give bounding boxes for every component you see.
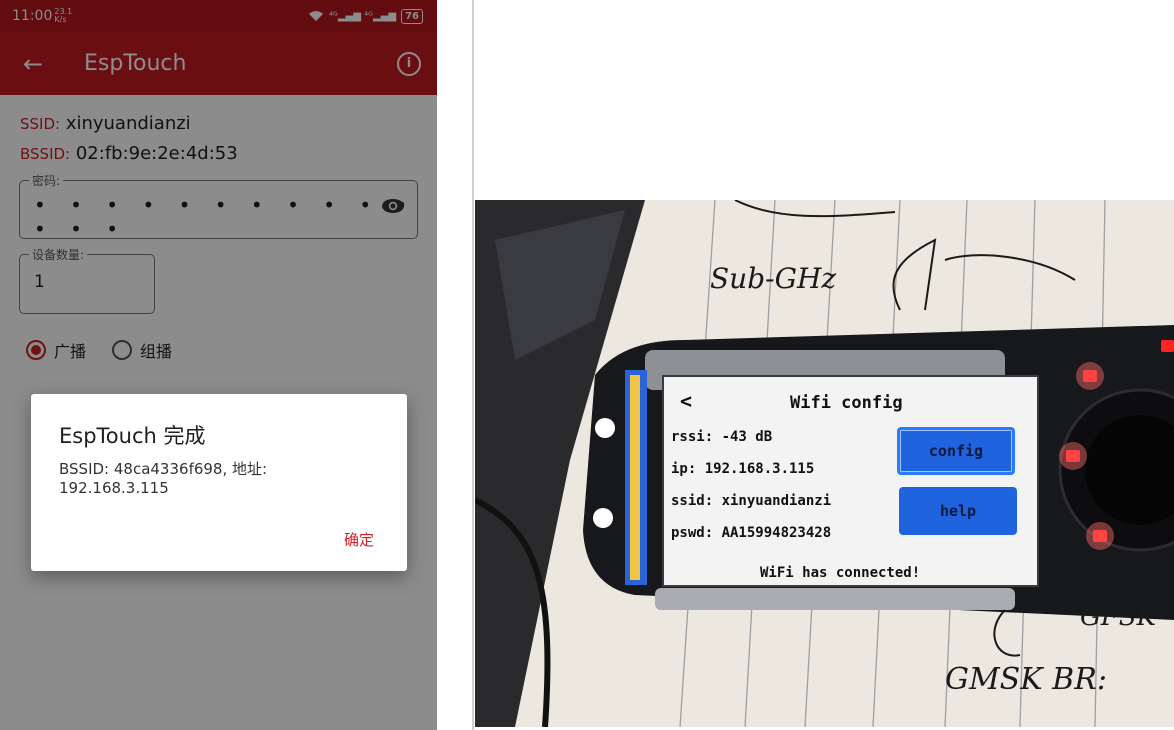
handwriting-gfsk: GFSK [1080,602,1157,632]
lcd-title: Wifi config [790,393,903,413]
lcd-status-message: WiFi has connected! [760,565,921,581]
lcd-config-button[interactable]: config [897,427,1015,475]
dialog-title: EspTouch 完成 [59,424,206,448]
handwriting-subghz: Sub-GHz [710,262,837,295]
result-dialog: EspTouch 完成 BSSID: 48ca4336f698, 地址: 192… [31,394,407,571]
lcd-ssid: ssid: xinyuandianzi [671,493,832,509]
dialog-message: BSSID: 48ca4336f698, 地址: 192.168.3.115 [59,460,268,497]
lcd-pswd: pswd: AA15994823428 [671,525,832,541]
lcd-rssi: rssi: -43 dB [671,429,773,445]
lcd-back-icon[interactable]: < [680,389,692,413]
phone-screenshot: 11:00 23.1 K/s ⁴ᴳ▂▄▆ ⁴ᴳ▂▄▆ 76 ← EspTouch … [0,0,437,730]
dialog-scrim[interactable] [0,0,437,730]
device-photo: Sub-GHz GFSK GMSK BR: < Wifi config rssi… [475,200,1174,727]
divider [472,0,474,730]
lcd-screen: < Wifi config rssi: -43 dB ip: 192.168.3… [662,375,1039,587]
lcd-ip: ip: 192.168.3.115 [671,461,815,477]
handwriting-gmsk: GMSK BR: [945,662,1107,697]
lcd-help-button[interactable]: help [899,487,1017,535]
dialog-ok-button[interactable]: 确定 [344,529,374,550]
